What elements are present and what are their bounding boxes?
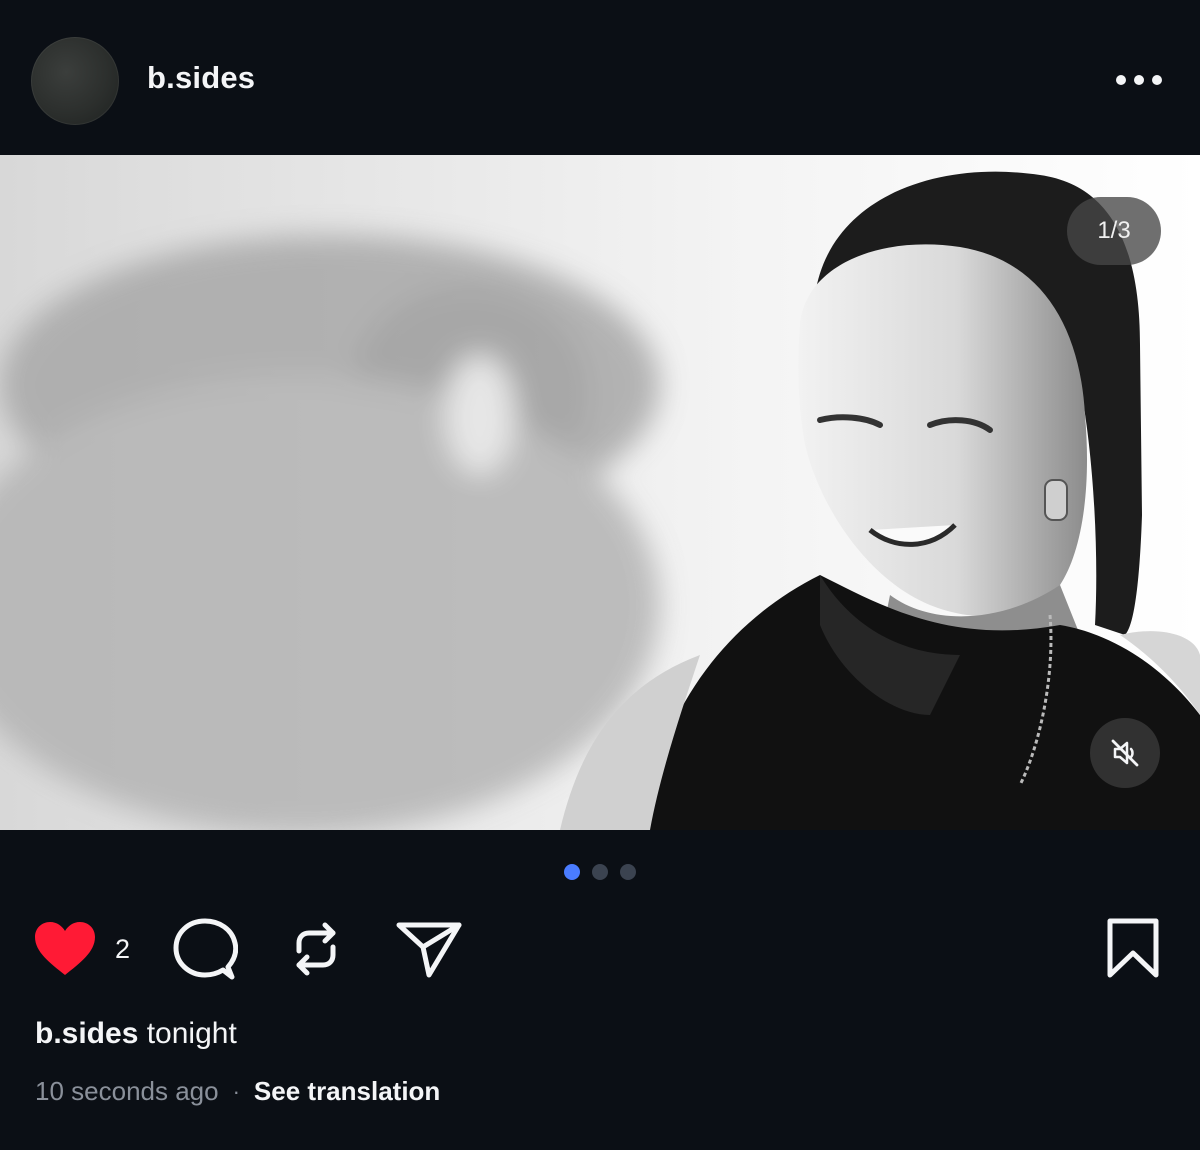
- post-caption: b.sides tonight: [35, 1017, 237, 1051]
- slide-counter: 1/3: [1067, 197, 1161, 265]
- post-timestamp: 10 seconds ago: [35, 1076, 219, 1106]
- carousel-dot: [620, 864, 636, 880]
- post-photo: [0, 171, 1200, 830]
- bookmark-icon: [1107, 918, 1159, 978]
- see-translation-link[interactable]: See translation: [254, 1076, 440, 1107]
- speech-bubble-icon: [173, 918, 238, 980]
- comment-button[interactable]: [172, 917, 238, 981]
- paper-plane-icon: [396, 922, 462, 978]
- save-button[interactable]: [1104, 917, 1162, 979]
- heart-icon: [35, 922, 95, 975]
- carousel-dot: [592, 864, 608, 880]
- post-header: b.sides: [0, 0, 1200, 155]
- meta-separator: ·: [232, 1078, 240, 1104]
- share-button[interactable]: [395, 919, 463, 979]
- more-horizontal-icon: [1116, 75, 1162, 85]
- like-count: 2: [115, 934, 131, 964]
- post-username[interactable]: b.sides: [147, 60, 255, 96]
- caption-text: tonight: [146, 1017, 237, 1050]
- mute-button[interactable]: [1090, 718, 1160, 788]
- avatar[interactable]: [31, 37, 119, 125]
- carousel-dot: [564, 864, 580, 880]
- post-media[interactable]: 1/3: [0, 155, 1200, 830]
- repost-arrows-icon: [296, 922, 336, 976]
- repost-button[interactable]: [285, 917, 347, 981]
- speaker-muted-icon: [1111, 739, 1139, 767]
- action-bar: 2: [0, 915, 1200, 985]
- more-options-button[interactable]: [1112, 60, 1166, 100]
- like-button[interactable]: [32, 919, 98, 979]
- post-meta: 10 seconds ago · See translation: [35, 1076, 440, 1107]
- caption-username[interactable]: b.sides: [35, 1017, 138, 1050]
- carousel-indicator: [0, 864, 1200, 880]
